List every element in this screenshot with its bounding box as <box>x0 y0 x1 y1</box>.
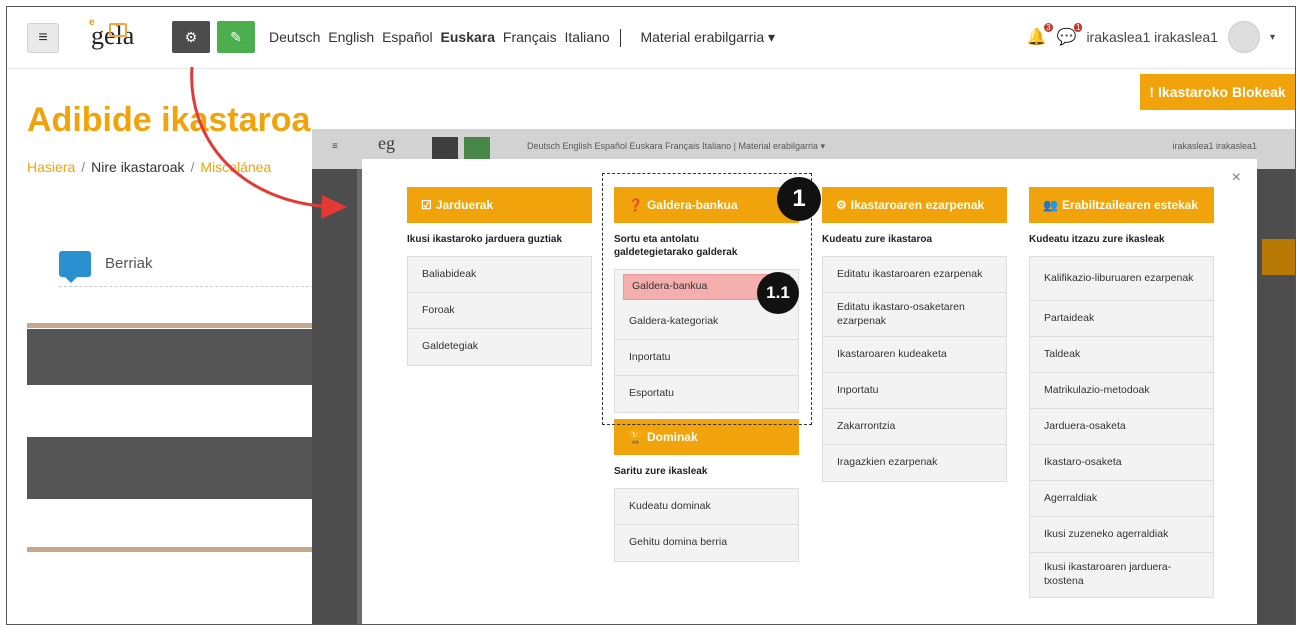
overlay-languages: Deutsch English Español Euskara Français… <box>527 141 825 151</box>
users-icon: 👥 <box>1043 198 1058 212</box>
edit-mode-button[interactable]: ✎ <box>217 21 255 53</box>
gears-icon: ⚙ <box>836 198 847 212</box>
column-list: Kalifikazio-liburuaren ezarpenak Partaid… <box>1029 256 1214 598</box>
edit-icon: ✎ <box>230 28 242 45</box>
breadcrumb-home[interactable]: Hasiera <box>27 159 75 175</box>
column-list: Baliabideak Foroak Galdetegiak <box>407 256 592 366</box>
course-blocks-button[interactable]: ! Ikastaroko Blokeak <box>1140 74 1295 110</box>
hamburger-icon: ≡ <box>38 29 48 46</box>
lang-espanol[interactable]: Español <box>382 29 433 45</box>
column-title: Dominak <box>646 430 698 444</box>
egela-logo[interactable]: e gela <box>85 15 155 55</box>
user-area: 🔔 3 💬 1 irakaslea1 irakaslea1 ▾ <box>1027 21 1275 53</box>
column-title: Ikastaroaren ezarpenak <box>850 198 985 212</box>
screen-frame: ≡ e gela ⚙ ✎ Deutsch English Español Eus… <box>6 6 1296 625</box>
navbar: ≡ e gela ⚙ ✎ Deutsch English Español Eus… <box>7 7 1295 69</box>
section-band <box>27 437 319 499</box>
list-item[interactable]: Kudeatu dominak <box>615 489 798 525</box>
annotation-arrow <box>190 67 347 219</box>
column-header: ☑ Jarduerak <box>407 187 592 223</box>
course-admin-modal: × ☑ Jarduerak Ikusi ikastaroko jarduera g… <box>362 159 1257 624</box>
news-forum-label: Berriak <box>105 255 153 272</box>
lang-divider <box>619 29 621 48</box>
lang-euskara[interactable]: Euskara <box>441 29 495 45</box>
logo-screen-icon <box>109 23 127 37</box>
dominak-desc: Saritu zure ikasleak <box>614 466 708 477</box>
annotation-marker-1-1: 1.1 <box>757 272 799 314</box>
news-forum-link[interactable]: Berriak <box>59 241 319 287</box>
check-icon: ☑ <box>421 198 432 212</box>
overlay-logo: eg <box>378 133 395 153</box>
gears-icon: ⚙ <box>184 28 198 45</box>
list-item[interactable]: Gehitu domina berria <box>615 525 798 561</box>
overlay-gears-button <box>432 137 458 159</box>
dominak-list: Kudeatu dominak Gehitu domina berria <box>614 488 799 562</box>
column-list: Editatu ikastaroaren ezarpenak Editatu i… <box>822 256 1007 482</box>
list-item[interactable]: Ikastaro-osaketa <box>1030 445 1213 481</box>
list-item[interactable]: Iragazkien ezarpenak <box>823 445 1006 481</box>
user-name[interactable]: irakaslea1 irakaslea1 <box>1086 29 1218 45</box>
column-desc: Kudeatu zure ikastaroa <box>822 234 933 245</box>
breadcrumb-sep: / <box>81 159 86 175</box>
exclamation-icon: ! <box>1149 84 1155 100</box>
menu-toggle-button[interactable]: ≡ <box>27 23 59 53</box>
section-divider <box>27 323 319 328</box>
lang-italiano[interactable]: Italiano <box>565 29 610 45</box>
user-menu-chevron-icon[interactable]: ▾ <box>1270 32 1275 43</box>
list-item[interactable]: Foroak <box>408 293 591 329</box>
lang-english[interactable]: English <box>328 29 374 45</box>
list-item[interactable]: Editatu ikastaroaren ezarpenak <box>823 257 1006 293</box>
list-item[interactable]: Ikusi ikastaroaren jarduera-txostena <box>1030 553 1213 597</box>
list-item[interactable]: Ikastaroaren kudeaketa <box>823 337 1006 373</box>
list-item[interactable]: Taldeak <box>1030 337 1213 373</box>
overlay-gold-block <box>1262 239 1295 275</box>
list-item[interactable]: Kalifikazio-liburuaren ezarpenak <box>1030 257 1213 301</box>
chat-icon <box>59 250 91 283</box>
notification-badge: 3 <box>1044 23 1053 32</box>
course-admin-button[interactable]: ⚙ <box>172 21 210 53</box>
column-erabiltzailearen-estekak: 👥 Erabiltzailearen estekak Kudeatu itzazu… <box>1029 187 1214 598</box>
list-item[interactable]: Baliabideak <box>408 257 591 293</box>
section-divider <box>27 547 319 552</box>
overlay-right-strip <box>1252 169 1295 624</box>
trophy-icon: 🏆 <box>628 430 643 444</box>
list-item[interactable]: Inportatu <box>823 373 1006 409</box>
modal-screenshot-overlay: ≡ eg Deutsch English Español Euskara Fra… <box>312 129 1295 624</box>
lang-francais[interactable]: Français <box>503 29 557 45</box>
column-ikastaroaren-ezarpenak: ⚙ Ikastaroaren ezarpenak Kudeatu zure ika… <box>822 187 1007 482</box>
language-menu: Deutsch English Español Euskara Français… <box>269 29 779 48</box>
close-icon[interactable]: × <box>1232 169 1241 187</box>
messages-badge: 1 <box>1073 23 1083 32</box>
section-band <box>27 329 319 385</box>
course-blocks-label: Ikastaroko Blokeak <box>1158 84 1286 100</box>
list-item[interactable]: Jarduera-osaketa <box>1030 409 1213 445</box>
list-item[interactable]: Agerraldiak <box>1030 481 1213 517</box>
column-title: Erabiltzailearen estekak <box>1061 198 1199 212</box>
notification-bell-icon[interactable]: 🔔 3 <box>1027 23 1053 47</box>
overlay-edit-button <box>464 137 490 159</box>
overlay-user: irakaslea1 irakaslea1 <box>1172 141 1257 151</box>
list-item[interactable]: Partaideak <box>1030 301 1213 337</box>
column-header: 👥 Erabiltzailearen estekak <box>1029 187 1214 223</box>
avatar[interactable] <box>1227 21 1260 53</box>
list-item[interactable]: Matrikulazio-metodoak <box>1030 373 1213 409</box>
list-item[interactable]: Editatu ikastaro-osaketaren ezarpenak <box>823 293 1006 337</box>
annotation-marker-1: 1 <box>777 177 821 221</box>
lang-deutsch[interactable]: Deutsch <box>269 29 320 45</box>
material-dropdown[interactable]: Material erabilgarria ▾ <box>640 29 775 45</box>
column-header: ⚙ Ikastaroaren ezarpenak <box>822 187 1007 223</box>
list-item[interactable]: Galdetegiak <box>408 329 591 365</box>
list-item[interactable]: Zakarrontzia <box>823 409 1006 445</box>
column-desc: Kudeatu itzazu zure ikasleak <box>1029 234 1165 245</box>
column-desc: Ikusi ikastaroko jarduera guztiak <box>407 234 563 245</box>
column-title: Jarduerak <box>435 198 494 212</box>
messages-icon[interactable]: 💬 1 <box>1057 23 1083 47</box>
column-jarduerak: ☑ Jarduerak Ikusi ikastaroko jarduera guz… <box>407 187 592 366</box>
list-item[interactable]: Ikusi zuzeneko agerraldiak <box>1030 517 1213 553</box>
